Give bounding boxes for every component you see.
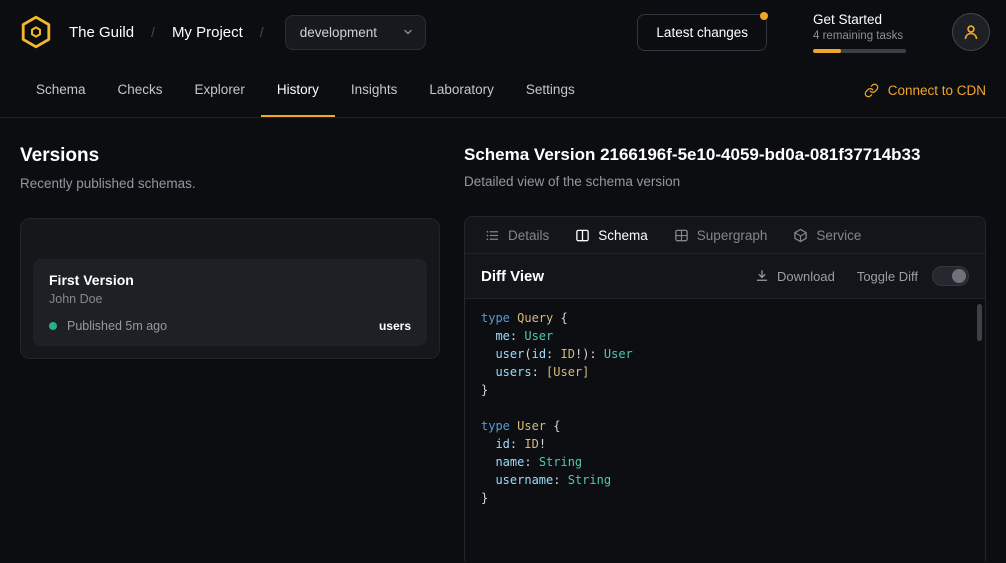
- toggle-diff-switch[interactable]: [932, 266, 969, 286]
- code-line: user(id: ID!): User: [481, 345, 969, 363]
- code-lines: type Query { me: User user(id: ID!): Use…: [481, 309, 969, 507]
- get-started-widget[interactable]: Get Started 4 remaining tasks: [813, 12, 906, 53]
- tab-checks[interactable]: Checks: [102, 64, 179, 117]
- version-author: John Doe: [49, 292, 411, 306]
- supergraph-icon: [674, 228, 689, 243]
- latest-changes-button[interactable]: Latest changes: [637, 14, 767, 51]
- schema-version-title: Schema Version 2166196f-5e10-4059-bd0a-0…: [464, 145, 986, 165]
- breadcrumb-separator: /: [151, 24, 155, 40]
- toggle-diff-label: Toggle Diff: [857, 269, 918, 284]
- diff-actions: Download Toggle Diff: [755, 266, 969, 286]
- version-status: Published 5m ago: [67, 319, 167, 333]
- code-line: name: String: [481, 453, 969, 471]
- connect-to-cdn-link[interactable]: Connect to CDN: [864, 64, 986, 117]
- app-header: The Guild / My Project / development Lat…: [0, 0, 1006, 64]
- code-line: }: [481, 381, 969, 399]
- code-line: type Query {: [481, 309, 969, 327]
- tab-schema[interactable]: Schema: [20, 64, 102, 117]
- breadcrumb-separator: /: [260, 24, 264, 40]
- notification-dot: [760, 12, 768, 20]
- version-name: First Version: [49, 272, 411, 288]
- progress-fill: [813, 49, 841, 53]
- link-icon: [864, 83, 879, 98]
- versions-subtitle: Recently published schemas.: [20, 176, 440, 191]
- detail-tabs: DetailsSchemaSupergraphService: [465, 217, 985, 254]
- connect-to-cdn-label: Connect to CDN: [888, 83, 986, 98]
- toggle-knob: [952, 269, 966, 283]
- main-content: Versions Recently published schemas. Fir…: [0, 118, 1006, 561]
- hive-logo-icon: [18, 14, 54, 50]
- code-line: username: String: [481, 471, 969, 489]
- code-line: type User {: [481, 417, 969, 435]
- tab-insights[interactable]: Insights: [335, 64, 414, 117]
- detail-tab-supergraph[interactable]: Supergraph: [662, 217, 780, 253]
- detail-tab-schema[interactable]: Schema: [563, 217, 660, 253]
- chevron-down-icon: [401, 25, 415, 39]
- environment-select-value: development: [300, 25, 377, 40]
- code-line: [481, 399, 969, 417]
- user-icon: [962, 23, 980, 41]
- versions-panel: Versions Recently published schemas. Fir…: [20, 145, 440, 561]
- environment-select[interactable]: development: [285, 15, 426, 50]
- diff-view-title: Diff View: [481, 268, 544, 285]
- breadcrumb-org[interactable]: The Guild: [69, 24, 134, 41]
- version-list: First Version John Doe Published 5m ago use…: [33, 259, 427, 346]
- latest-changes-label: Latest changes: [656, 25, 748, 40]
- tab-settings[interactable]: Settings: [510, 64, 591, 117]
- breadcrumb: The Guild / My Project /: [69, 24, 264, 41]
- tab-history[interactable]: History: [261, 64, 335, 117]
- diff-view-header: Diff View Download Toggle Diff: [465, 254, 985, 299]
- versions-card: First Version John Doe Published 5m ago use…: [20, 218, 440, 359]
- schema-version-panel: Schema Version 2166196f-5e10-4059-bd0a-0…: [464, 145, 986, 561]
- schema-icon: [575, 228, 590, 243]
- tab-laboratory[interactable]: Laboratory: [413, 64, 510, 117]
- code-line: }: [481, 489, 969, 507]
- detail-tab-service[interactable]: Service: [781, 217, 873, 253]
- schema-detail-card: DetailsSchemaSupergraphService Diff View…: [464, 216, 986, 561]
- download-button[interactable]: Download: [755, 269, 835, 284]
- tab-explorer[interactable]: Explorer: [179, 64, 261, 117]
- list-icon: [485, 228, 500, 243]
- code-line: id: ID!: [481, 435, 969, 453]
- hive-logo[interactable]: [18, 14, 54, 50]
- download-label: Download: [777, 269, 835, 284]
- download-icon: [755, 269, 769, 283]
- primary-nav: SchemaChecksExplorerHistoryInsightsLabor…: [0, 64, 1006, 118]
- avatar[interactable]: [952, 13, 990, 51]
- schema-code-viewer[interactable]: type Query { me: User user(id: ID!): Use…: [465, 299, 985, 561]
- service-icon: [793, 228, 808, 243]
- code-line: me: User: [481, 327, 969, 345]
- header-right: Latest changes Get Started 4 remaining t…: [637, 12, 990, 53]
- published-status-dot: [49, 322, 57, 330]
- versions-title: Versions: [20, 145, 440, 167]
- detail-tab-details[interactable]: Details: [473, 217, 561, 253]
- version-status-row: Published 5m ago users: [49, 319, 411, 333]
- get-started-title: Get Started: [813, 12, 906, 27]
- code-line: users: [User]: [481, 363, 969, 381]
- version-list-item[interactable]: First Version John Doe Published 5m ago use…: [33, 259, 427, 346]
- breadcrumb-project[interactable]: My Project: [172, 24, 243, 41]
- get-started-subtitle: 4 remaining tasks: [813, 30, 906, 42]
- schema-version-subtitle: Detailed view of the schema version: [464, 174, 986, 189]
- get-started-progress-bar: [813, 49, 906, 53]
- service-name-badge: users: [379, 319, 411, 333]
- nav-tabs: SchemaChecksExplorerHistoryInsightsLabor…: [20, 64, 591, 117]
- scrollbar[interactable]: [977, 304, 982, 341]
